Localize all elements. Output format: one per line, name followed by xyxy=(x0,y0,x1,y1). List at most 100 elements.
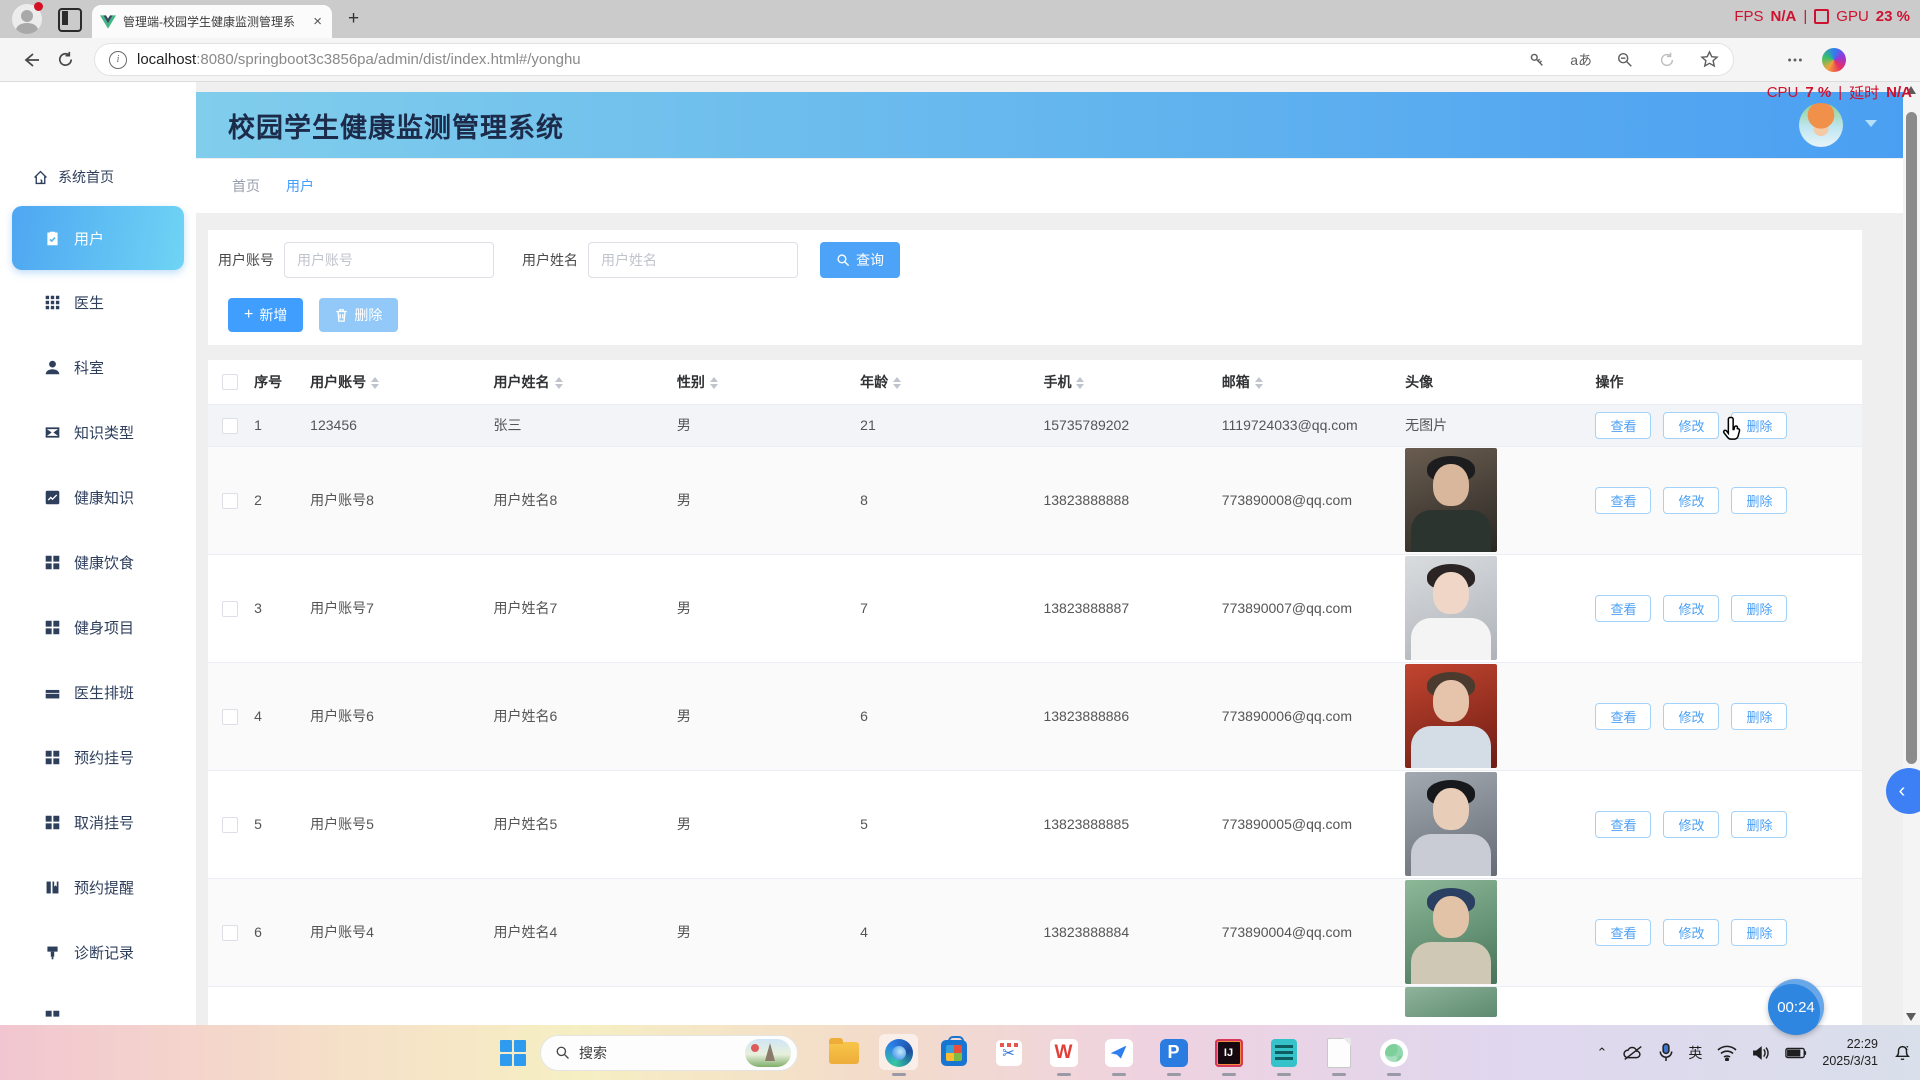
sidebar-item-home[interactable]: 系统首页 xyxy=(32,162,196,192)
search-highlight-image[interactable] xyxy=(745,1039,791,1067)
translate-icon[interactable]: aあ xyxy=(1570,50,1592,70)
row-checkbox[interactable] xyxy=(222,418,238,434)
delete-row-button[interactable]: 删除 xyxy=(1731,595,1787,622)
table-row[interactable]: 3 用户账号7 用户姓名7 男 7 13823888887 773890007@… xyxy=(208,554,1862,662)
tab-close-icon[interactable]: × xyxy=(311,13,324,30)
query-button[interactable]: 查询 xyxy=(820,242,900,278)
col-account[interactable]: 用户账号 xyxy=(310,360,493,404)
delete-row-button[interactable]: 删除 xyxy=(1731,487,1787,514)
favorite-star-icon[interactable] xyxy=(1700,50,1719,69)
sync-icon[interactable] xyxy=(1658,51,1676,69)
edit-button[interactable]: 修改 xyxy=(1663,487,1719,514)
sidebar-item-doctors[interactable]: 医生 xyxy=(0,270,196,335)
table-row[interactable]: 4 用户账号6 用户姓名6 男 6 13823888886 773890006@… xyxy=(208,662,1862,770)
col-email[interactable]: 邮箱 xyxy=(1222,360,1405,404)
sidebar-item-doctor-schedule[interactable]: 医生排班 xyxy=(0,660,196,725)
wifi-icon[interactable] xyxy=(1717,1045,1737,1061)
settings-dots-icon[interactable] xyxy=(1786,51,1804,69)
sidebar-item-knowledge-types[interactable]: 知识类型 xyxy=(0,400,196,465)
table-row[interactable]: 1 123456 张三 男 21 15735789202 1119724033@… xyxy=(208,404,1862,446)
row-checkbox[interactable] xyxy=(222,709,238,725)
table-row-partial[interactable] xyxy=(208,986,1862,1017)
col-age[interactable]: 年龄 xyxy=(860,360,1043,404)
sidebar-item-departments[interactable]: 科室 xyxy=(0,335,196,400)
snipping-tool-icon[interactable]: ✂ xyxy=(981,1028,1036,1078)
zoom-out-icon[interactable] xyxy=(1616,51,1634,69)
select-all-checkbox[interactable] xyxy=(222,374,238,390)
name-input[interactable] xyxy=(588,242,798,278)
file-explorer-icon[interactable] xyxy=(816,1028,871,1078)
scrollbar-thumb[interactable] xyxy=(1906,112,1917,764)
recording-timer-badge[interactable]: 00:24 xyxy=(1768,979,1824,1035)
refresh-button[interactable] xyxy=(48,43,82,77)
table-row[interactable]: 5 用户账号5 用户姓名5 男 5 13823888885 773890005@… xyxy=(208,770,1862,878)
view-button[interactable]: 查看 xyxy=(1595,595,1651,622)
ev-capture-icon[interactable] xyxy=(1366,1028,1421,1078)
new-tab-button[interactable]: + xyxy=(348,8,359,30)
view-button[interactable]: 查看 xyxy=(1595,919,1651,946)
table-row[interactable]: 2 用户账号8 用户姓名8 男 8 13823888888 773890008@… xyxy=(208,446,1862,554)
col-name[interactable]: 用户姓名 xyxy=(494,360,677,404)
volume-icon[interactable] xyxy=(1752,1045,1770,1061)
sidebar-item-health-knowledge[interactable]: 健康知识 xyxy=(0,465,196,530)
taskbar-clock[interactable]: 22:29 2025/3/31 xyxy=(1822,1036,1878,1070)
edge-browser-icon[interactable] xyxy=(871,1028,926,1078)
delete-button[interactable]: 删除 xyxy=(319,298,398,332)
breadcrumb-current[interactable]: 用户 xyxy=(286,176,314,196)
user-avatar[interactable] xyxy=(1799,103,1843,147)
start-button[interactable] xyxy=(500,1040,526,1066)
sort-icons[interactable] xyxy=(1076,377,1084,389)
sidebar-item-fitness[interactable]: 健身项目 xyxy=(0,595,196,660)
site-info-icon[interactable]: i xyxy=(109,51,127,69)
delete-row-button[interactable]: 删除 xyxy=(1731,703,1787,730)
row-checkbox[interactable] xyxy=(222,925,238,941)
tray-expand-icon[interactable]: ⌃ xyxy=(1596,1045,1607,1061)
row-checkbox[interactable] xyxy=(222,817,238,833)
add-button[interactable]: + 新增 xyxy=(228,298,303,332)
workspaces-icon[interactable] xyxy=(58,8,82,32)
notification-bell-icon[interactable]: z xyxy=(1893,1043,1912,1062)
table-row[interactable]: 6 用户账号4 用户姓名4 男 4 13823888884 773890004@… xyxy=(208,878,1862,986)
view-button[interactable]: 查看 xyxy=(1595,487,1651,514)
view-button[interactable]: 查看 xyxy=(1595,412,1651,439)
sidebar-item-users[interactable]: 用户 xyxy=(12,206,184,270)
sort-icons[interactable] xyxy=(710,377,718,389)
scroll-down-icon[interactable] xyxy=(1906,1013,1916,1021)
edit-button[interactable]: 修改 xyxy=(1663,595,1719,622)
back-button[interactable] xyxy=(14,43,48,77)
view-button[interactable]: 查看 xyxy=(1595,703,1651,730)
sort-icons[interactable] xyxy=(555,377,563,389)
notepad-icon[interactable] xyxy=(1256,1028,1311,1078)
ime-indicator[interactable]: 英 xyxy=(1688,1043,1702,1063)
microphone-icon[interactable] xyxy=(1659,1043,1673,1062)
intellij-idea-icon[interactable]: IJ xyxy=(1201,1028,1256,1078)
browser-tab[interactable]: 管理端-校园学生健康监测管理系 × xyxy=(92,5,332,38)
microsoft-store-icon[interactable] xyxy=(926,1028,981,1078)
favorites-bar-icon[interactable] xyxy=(1748,50,1768,70)
sidebar-item-healthy-diet[interactable]: 健康饮食 xyxy=(0,530,196,595)
sort-icons[interactable] xyxy=(371,377,379,389)
edit-button[interactable]: 修改 xyxy=(1663,811,1719,838)
delete-row-button[interactable]: 删除 xyxy=(1731,811,1787,838)
taskbar-search[interactable]: 搜索 xyxy=(540,1035,798,1071)
blue-app-icon[interactable] xyxy=(1091,1028,1146,1078)
sort-icons[interactable] xyxy=(893,377,901,389)
sort-icons[interactable] xyxy=(1255,377,1263,389)
password-key-icon[interactable] xyxy=(1528,51,1546,69)
sidebar-item-diagnosis-records[interactable]: 诊断记录 xyxy=(0,920,196,985)
row-checkbox[interactable] xyxy=(222,493,238,509)
sidebar-item-partial[interactable] xyxy=(0,985,196,1025)
edit-button[interactable]: 修改 xyxy=(1663,919,1719,946)
document-app-icon[interactable] xyxy=(1311,1028,1366,1078)
battery-icon[interactable] xyxy=(1785,1046,1807,1060)
sidebar-item-cancel-appointments[interactable]: 取消挂号 xyxy=(0,790,196,855)
p-app-icon[interactable]: P xyxy=(1146,1028,1201,1078)
chevron-down-icon[interactable] xyxy=(1865,120,1877,127)
url-bar[interactable]: i localhost:8080/springboot3c3856pa/admi… xyxy=(94,43,1734,76)
delete-row-button[interactable]: 删除 xyxy=(1731,919,1787,946)
edit-button[interactable]: 修改 xyxy=(1663,703,1719,730)
copilot-icon[interactable] xyxy=(1822,48,1846,72)
sidebar-item-appointments[interactable]: 预约挂号 xyxy=(0,725,196,790)
breadcrumb-home[interactable]: 首页 xyxy=(232,176,260,196)
col-gender[interactable]: 性别 xyxy=(677,360,860,404)
